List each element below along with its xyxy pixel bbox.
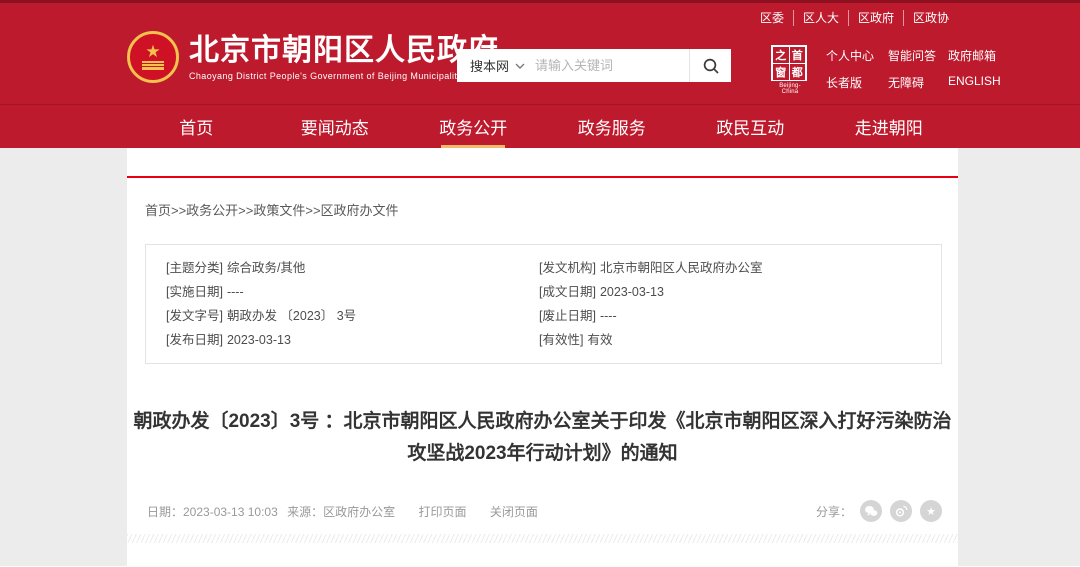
wechat-icon	[864, 505, 878, 517]
red-divider-rule	[127, 176, 958, 178]
document-info-left: 日期：2023-03-13 10:03 来源：区政府办公室 打印页面 关闭页面	[147, 503, 544, 520]
site-search-bar: 搜本网	[457, 49, 731, 82]
top-link-district-committee[interactable]: 区委	[751, 10, 793, 26]
header-quick-links: 个人中心 智能问答 政府邮箱 长者版 无障碍 ENGLISH	[826, 47, 1001, 91]
primary-navigation: 首页 要闻动态 政务公开 政务服务 政民互动 走进朝阳	[0, 105, 1080, 148]
capital-window-stamp-icon: 之 首 窗 都	[771, 45, 807, 81]
meta-value: 2023-03-13	[227, 333, 291, 347]
meta-document-number: [发文字号] 朝政办发 〔2023〕 3号	[166, 304, 539, 328]
meta-label: [成文日期]	[539, 285, 596, 299]
meta-publish-date: [发布日期] 2023-03-13	[166, 328, 539, 352]
meta-written-date: [成文日期] 2023-03-13	[539, 280, 941, 304]
government-top-links: 区委 区人大 区政府 区政协	[751, 10, 958, 26]
weibo-icon	[894, 505, 908, 517]
breadcrumb[interactable]: 首页>>政务公开>>政策文件>>区政府办文件	[145, 200, 958, 216]
content-column: 首页>>政务公开>>政策文件>>区政府办文件 [主题分类] 综合政务/其他 [实施…	[127, 148, 958, 566]
nav-items-container: 首页 要闻动态 政务公开 政务服务 政民互动 走进朝阳	[127, 105, 958, 148]
top-link-peoples-congress[interactable]: 区人大	[793, 10, 848, 26]
meta-validity: [有效性] 有效	[539, 328, 941, 352]
top-link-cppcc[interactable]: 区政协	[903, 10, 958, 26]
meta-value: 2023-03-13	[600, 285, 664, 299]
meta-label: [发布日期]	[166, 333, 223, 347]
meta-issuing-agency: [发文机构] 北京市朝阳区人民政府办公室	[539, 256, 941, 280]
search-button[interactable]	[689, 49, 731, 82]
meta-value: 北京市朝阳区人民政府办公室	[600, 261, 763, 275]
meta-topic-category: [主题分类] 综合政务/其他	[166, 256, 539, 280]
star-icon: ★	[926, 505, 936, 518]
nav-item-gov-services[interactable]: 政务服务	[543, 105, 682, 148]
meta-value: ----	[600, 309, 617, 323]
search-scope-label: 搜本网	[470, 56, 509, 75]
document-date: 日期：2023-03-13 10:03	[147, 505, 278, 519]
site-masthead: 区委 区人大 区政府 区政协 ★ 北京市朝阳区人民政府 Chaoyang Dis…	[0, 3, 1080, 105]
document-source: 来源：区政府办公室	[287, 505, 395, 519]
meta-value: 有效	[587, 333, 612, 347]
content-top-band	[127, 148, 958, 176]
emblem-gate	[142, 61, 164, 70]
emblem-star: ★	[145, 44, 160, 60]
weibo-share-button[interactable]	[890, 500, 912, 522]
nav-item-news[interactable]: 要闻动态	[266, 105, 405, 148]
stamp-char: 窗	[773, 64, 789, 80]
meta-implementation-date: [实施日期] ----	[166, 280, 539, 304]
nav-item-public-interaction[interactable]: 政民互动	[681, 105, 820, 148]
link-gov-mailbox[interactable]: 政府邮箱	[948, 47, 1001, 64]
meta-value: 综合政务/其他	[227, 261, 305, 275]
nav-item-gov-disclosure-label: 政务公开	[439, 114, 507, 139]
print-page-link[interactable]: 打印页面	[418, 505, 466, 519]
stamp-char: 都	[790, 64, 806, 80]
link-english[interactable]: ENGLISH	[948, 74, 1001, 91]
meta-label: [发文字号]	[166, 309, 223, 323]
site-title-block: 北京市朝阳区人民政府 Chaoyang District People's Go…	[189, 34, 499, 81]
meta-label: [主题分类]	[166, 261, 223, 275]
meta-right-column: [发文机构] 北京市朝阳区人民政府办公室 [成文日期] 2023-03-13 [废止…	[539, 256, 941, 352]
meta-label: [发文机构]	[539, 261, 596, 275]
meta-label: [废止日期]	[539, 309, 596, 323]
document-info-row: 日期：2023-03-13 10:03 来源：区政府办公室 打印页面 关闭页面 …	[147, 500, 942, 522]
close-page-link[interactable]: 关闭页面	[490, 505, 538, 519]
chevron-down-icon	[515, 63, 525, 69]
link-accessibility[interactable]: 无障碍	[888, 74, 938, 91]
top-link-district-government[interactable]: 区政府	[848, 10, 903, 26]
beijing-portal-stamp-link[interactable]: 之 首 窗 都 Beijing-China	[771, 45, 809, 95]
wechat-share-button[interactable]	[860, 500, 882, 522]
share-bar: 分享： ★	[816, 500, 942, 522]
active-tab-underline	[441, 145, 505, 148]
document-meta-box: [主题分类] 综合政务/其他 [实施日期] ---- [发文字号] 朝政办发 〔202…	[145, 244, 942, 364]
page-background: 首页>>政务公开>>政策文件>>区政府办文件 [主题分类] 综合政务/其他 [实施…	[0, 148, 1080, 566]
document-title: 朝政办发〔2023〕3号 ：北京市朝阳区人民政府办公室关于印发《北京市朝阳区深入…	[127, 406, 958, 470]
hatched-divider	[127, 534, 958, 543]
meta-label: [实施日期]	[166, 285, 223, 299]
magnifier-icon	[702, 57, 720, 75]
qzone-share-button[interactable]: ★	[920, 500, 942, 522]
stamp-char: 之	[773, 47, 789, 63]
share-label: 分享：	[816, 503, 852, 520]
meta-left-column: [主题分类] 综合政务/其他 [实施日期] ---- [发文字号] 朝政办发 〔202…	[166, 256, 539, 352]
nav-item-gov-disclosure[interactable]: 政务公开	[404, 105, 543, 148]
site-logo-home-link[interactable]: ★ 北京市朝阳区人民政府 Chaoyang District People's …	[127, 31, 499, 83]
site-title: 北京市朝阳区人民政府	[189, 34, 499, 68]
stamp-char: 首	[790, 47, 806, 63]
link-senior-version[interactable]: 长者版	[826, 74, 878, 91]
stamp-caption: Beijing-China	[771, 83, 809, 95]
link-personal-center[interactable]: 个人中心	[826, 47, 878, 64]
national-emblem-icon: ★	[127, 31, 179, 83]
nav-item-about-chaoyang[interactable]: 走进朝阳	[820, 105, 959, 148]
meta-value: ----	[227, 285, 244, 299]
link-smart-qa[interactable]: 智能问答	[888, 47, 938, 64]
nav-item-home[interactable]: 首页	[127, 105, 266, 148]
meta-repeal-date: [废止日期] ----	[539, 304, 941, 328]
site-subtitle: Chaoyang District People's Government of…	[189, 71, 499, 81]
meta-value: 朝政办发 〔2023〕 3号	[227, 309, 356, 323]
meta-label: [有效性]	[539, 333, 583, 347]
search-input[interactable]	[535, 58, 689, 73]
search-scope-dropdown[interactable]: 搜本网	[457, 56, 535, 75]
